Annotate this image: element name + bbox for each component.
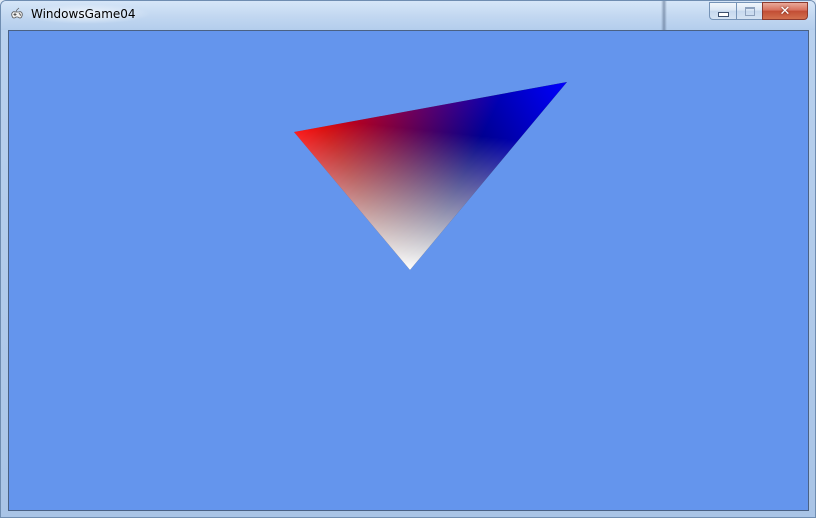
gradient-triangle (294, 82, 567, 270)
title-bar[interactable]: WindowsGame04 ✕ (1, 1, 815, 30)
triangle-white-vertex (294, 82, 567, 270)
minimize-button[interactable] (709, 2, 736, 20)
maximize-icon (744, 6, 755, 16)
caption-buttons: ✕ (709, 2, 808, 21)
titlebar-reflection (661, 1, 667, 30)
window-title: WindowsGame04 (31, 7, 136, 21)
maximize-button[interactable] (736, 2, 762, 20)
close-icon: ✕ (779, 3, 791, 19)
gamepad-icon[interactable] (9, 7, 25, 23)
close-button[interactable]: ✕ (762, 2, 808, 20)
scene-canvas (294, 82, 567, 270)
game-window: WindowsGame04 ✕ (0, 0, 816, 518)
game-viewport[interactable] (8, 30, 809, 511)
minimize-icon (717, 11, 729, 17)
